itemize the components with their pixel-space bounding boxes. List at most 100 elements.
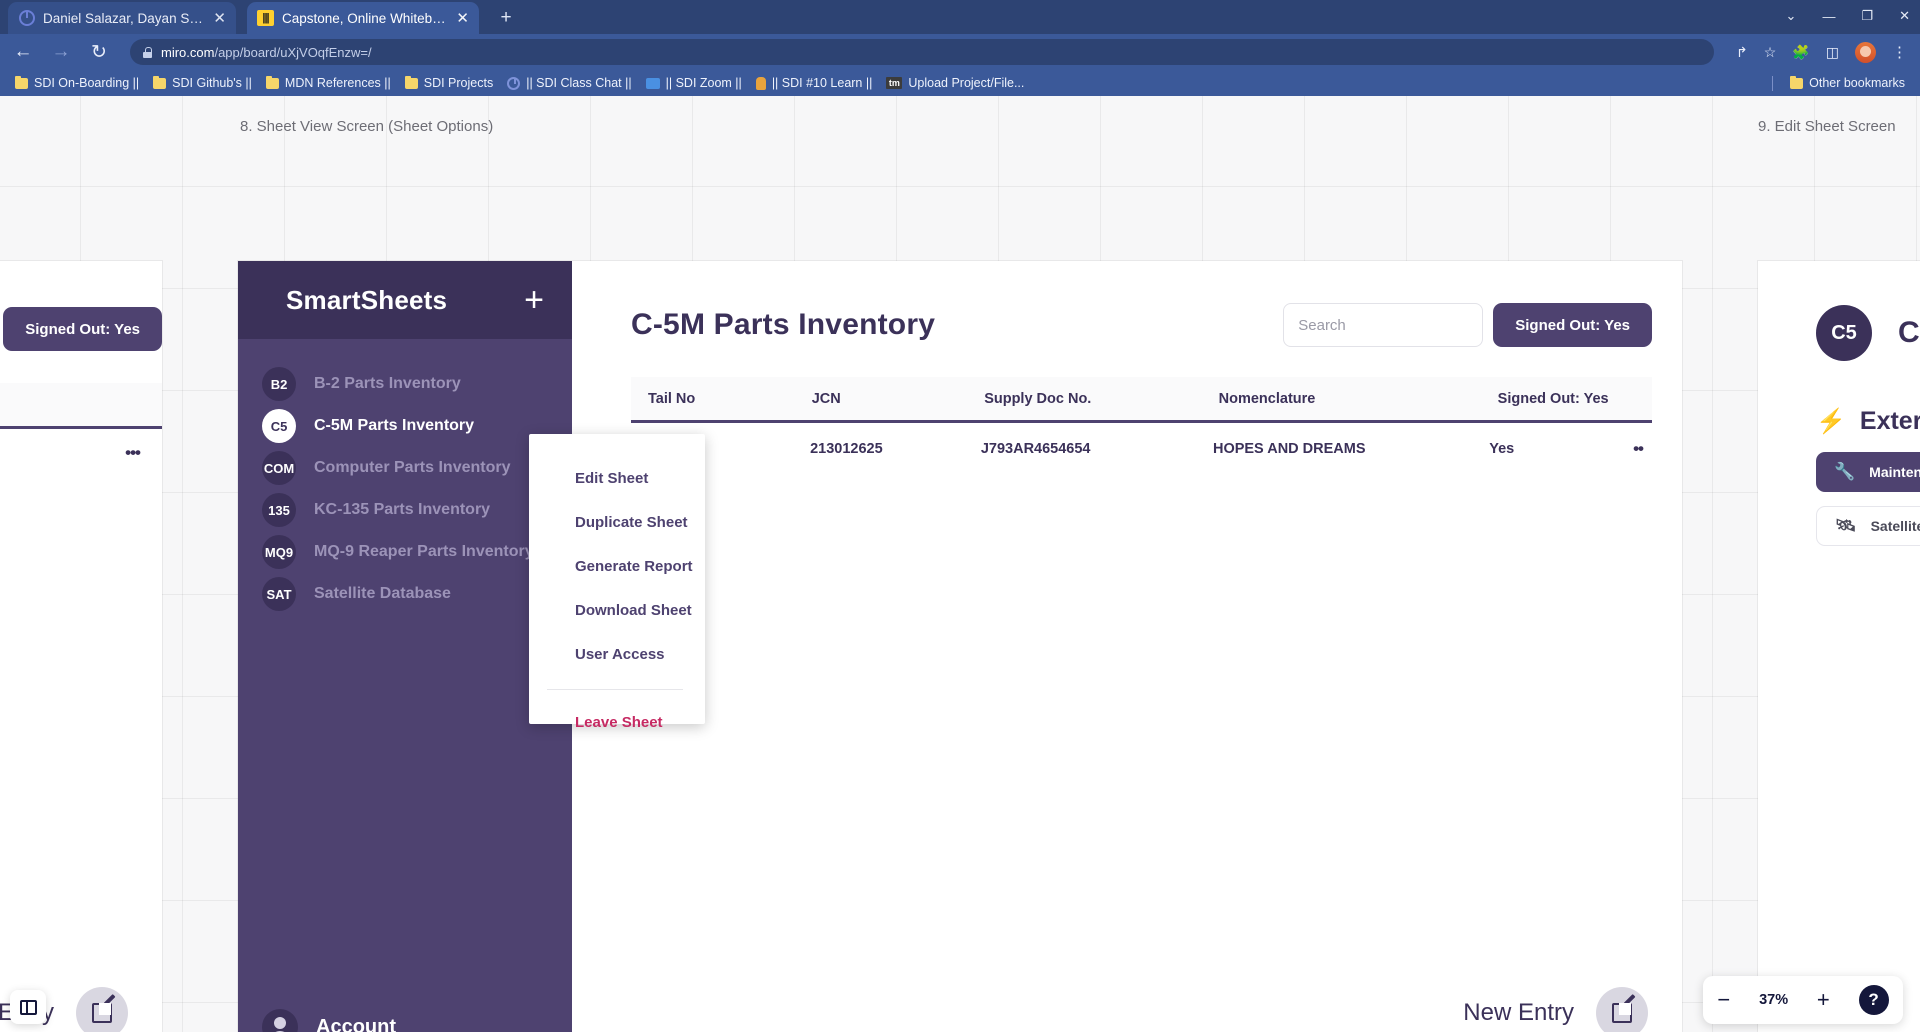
sidebar-item-kc135[interactable]: 135 KC-135 Parts Inventory bbox=[238, 489, 572, 531]
panel-toggle-button[interactable] bbox=[10, 990, 46, 1024]
frame-previous-screen[interactable]: Signed Out: Yes ••• Entry bbox=[0, 261, 162, 1032]
sidebar-item-label: KC-135 Parts Inventory bbox=[314, 501, 491, 518]
other-bookmarks-button[interactable]: Other bookmarks bbox=[1783, 75, 1912, 90]
row-more-icon[interactable]: ••• bbox=[125, 443, 141, 463]
column-header-signed-out: Signed Out: Yes bbox=[1497, 390, 1609, 407]
zoom-out-button[interactable]: − bbox=[1717, 987, 1730, 1013]
menu-item-duplicate-sheet[interactable]: Duplicate Sheet bbox=[529, 500, 705, 544]
menu-item-leave-sheet[interactable]: Leave Sheet bbox=[529, 700, 705, 744]
edit-sheet-title: C-5 bbox=[1898, 316, 1920, 349]
satellites-button-label: Satellites bbox=[1870, 518, 1920, 534]
toolbar-actions: ↱ ☆ 🧩 ◫ ⋮ bbox=[1736, 41, 1908, 63]
profile-avatar[interactable] bbox=[1855, 41, 1876, 63]
bookmark-item[interactable]: || SDI #10 Learn || bbox=[749, 76, 880, 90]
sidebar-item-computer[interactable]: COM Computer Parts Inventory bbox=[238, 447, 572, 489]
sheet-badge: MQ9 bbox=[262, 535, 296, 569]
bookmark-label: Upload Project/File... bbox=[908, 76, 1025, 90]
minimize-icon[interactable]: — bbox=[1822, 9, 1835, 24]
sheet-badge: B2 bbox=[262, 367, 296, 401]
browser-tab-1[interactable]: Daniel Salazar, Dayan Sauerbronn ✕ bbox=[8, 2, 236, 34]
menu-item-generate-report[interactable]: Generate Report bbox=[529, 544, 705, 588]
bookmark-label: SDI On-Boarding || bbox=[34, 76, 140, 90]
satellites-button[interactable]: 🛰 Satellites bbox=[1816, 506, 1920, 546]
frame-sheet-view-screen[interactable]: SmartSheets + B2 B-2 Parts Inventory C5 … bbox=[238, 261, 1682, 1032]
close-icon[interactable]: ✕ bbox=[456, 9, 469, 27]
address-bar[interactable]: miro.com/app/board/uXjVOqfEnzw=/ bbox=[130, 39, 1715, 65]
sidebar-item-b2[interactable]: B2 B-2 Parts Inventory bbox=[238, 363, 572, 405]
frame-edit-sheet-screen[interactable]: C5 C-5 ⚡ Exter 🔧 Maintenan 🛰 Satellites bbox=[1758, 261, 1920, 1032]
sheet-options-menu[interactable]: Edit Sheet Duplicate Sheet Generate Repo… bbox=[529, 434, 705, 731]
miro-icon: ||| bbox=[257, 10, 274, 27]
search-input[interactable]: Search bbox=[1283, 303, 1484, 347]
page-title: C-5M Parts Inventory bbox=[631, 308, 936, 341]
table-row[interactable]: 213012625 J793AR4654654 HOPES AND DREAMS… bbox=[631, 423, 1652, 475]
new-entry-label: New Entry bbox=[1463, 999, 1574, 1026]
back-icon[interactable]: ← bbox=[12, 41, 34, 63]
new-entry-button[interactable]: New Entry bbox=[1463, 987, 1648, 1032]
edit-pencil-icon[interactable] bbox=[76, 987, 128, 1032]
section-label: Exter bbox=[1859, 407, 1920, 435]
extensions-icon[interactable]: 🧩 bbox=[1792, 44, 1809, 61]
wrench-icon: 🔧 bbox=[1834, 462, 1856, 481]
camera-icon bbox=[645, 77, 660, 89]
zoom-in-button[interactable]: + bbox=[1817, 987, 1830, 1013]
bookmark-label: || SDI #10 Learn || bbox=[771, 76, 873, 90]
sidebar-item-c5m[interactable]: C5 C-5M Parts Inventory bbox=[238, 405, 572, 447]
sheet-badge: COM bbox=[262, 451, 296, 485]
close-icon[interactable]: ✕ bbox=[213, 9, 226, 27]
bookmarks-bar: SDI On-Boarding || SDI Github's || MDN R… bbox=[0, 70, 1920, 96]
sidebar-item-mq9[interactable]: MQ9 MQ-9 Reaper Parts Inventory bbox=[238, 531, 572, 573]
folder-icon bbox=[1790, 75, 1804, 89]
add-sheet-button[interactable]: + bbox=[524, 283, 544, 317]
split-view-icon[interactable]: ◫ bbox=[1826, 44, 1839, 61]
menu-item-download-sheet[interactable]: Download Sheet bbox=[529, 588, 705, 632]
address-bar-url: miro.com/app/board/uXjVOqfEnzw=/ bbox=[161, 45, 372, 60]
chevron-down-icon[interactable]: ⌄ bbox=[1786, 8, 1797, 24]
signed-out-button[interactable]: Signed Out: Yes bbox=[1493, 303, 1652, 347]
miro-canvas[interactable]: 8. Sheet View Screen (Sheet Options) 9. … bbox=[0, 96, 1920, 1032]
divider bbox=[1772, 75, 1774, 91]
window-controls: ⌄ — ❐ ✕ bbox=[1786, 3, 1910, 29]
browser-tab-strip: Daniel Salazar, Dayan Sauerbronn ✕ ||| C… bbox=[0, 0, 1920, 34]
signed-out-button[interactable]: Signed Out: Yes bbox=[3, 307, 162, 351]
folder-icon bbox=[404, 75, 418, 89]
sidebar-item-label: Computer Parts Inventory bbox=[314, 459, 511, 476]
sidebar-item-satellite[interactable]: SAT Satellite Database bbox=[238, 573, 572, 615]
bookmark-label: || SDI Zoom || bbox=[665, 76, 742, 90]
bookmark-item[interactable]: || SDI Zoom || bbox=[639, 76, 749, 90]
bookmark-label: || SDI Class Chat || bbox=[526, 76, 632, 90]
menu-item-user-access[interactable]: User Access bbox=[529, 632, 705, 676]
loading-ring-icon bbox=[18, 10, 35, 27]
close-window-icon[interactable]: ✕ bbox=[1899, 8, 1910, 24]
bookmark-item[interactable]: MDN References || bbox=[259, 75, 398, 90]
new-tab-button[interactable]: + bbox=[495, 8, 517, 30]
forward-icon[interactable]: → bbox=[50, 41, 72, 63]
chrome-menu-icon[interactable]: ⋮ bbox=[1892, 43, 1908, 61]
edit-pencil-icon[interactable] bbox=[1596, 987, 1648, 1032]
lock-icon bbox=[143, 46, 152, 58]
bookmark-item[interactable]: SDI Projects bbox=[398, 75, 500, 90]
bookmark-item[interactable]: SDI Github's || bbox=[146, 75, 259, 90]
cell-jcn: 213012625 bbox=[810, 441, 883, 457]
help-icon[interactable]: ? bbox=[1858, 985, 1889, 1015]
account-label: Account bbox=[316, 1015, 396, 1032]
row-more-icon[interactable]: •• bbox=[1633, 439, 1652, 459]
zoom-level-label: 37% bbox=[1759, 992, 1789, 1008]
table-header-row: Tail No JCN Supply Doc No. Nomenclature … bbox=[631, 377, 1652, 423]
restore-icon[interactable]: ❐ bbox=[1861, 8, 1873, 24]
browser-tab-2[interactable]: ||| Capstone, Online Whiteboard for ✕ bbox=[247, 2, 479, 34]
reload-icon[interactable]: ↻ bbox=[88, 41, 110, 64]
bookmark-item[interactable]: tm Upload Project/File... bbox=[879, 76, 1031, 90]
bookmark-item[interactable]: SDI On-Boarding || bbox=[8, 75, 146, 90]
cell-supply-doc-no: J793AR4654654 bbox=[980, 441, 1091, 457]
bookmark-item[interactable]: || SDI Class Chat || bbox=[500, 76, 638, 90]
column-header-tail-no: Tail No bbox=[648, 390, 696, 407]
account-button[interactable]: Account bbox=[238, 1009, 572, 1032]
bookmark-star-icon[interactable]: ☆ bbox=[1764, 44, 1777, 61]
menu-item-edit-sheet[interactable]: Edit Sheet bbox=[529, 456, 705, 500]
url-path: /app/board/uXjVOqfEnzw=/ bbox=[214, 44, 372, 60]
folder-icon bbox=[15, 75, 28, 89]
app-title: SmartSheets bbox=[286, 284, 448, 315]
share-icon[interactable]: ↱ bbox=[1736, 44, 1748, 61]
maintenance-button[interactable]: 🔧 Maintenan bbox=[1816, 452, 1920, 492]
